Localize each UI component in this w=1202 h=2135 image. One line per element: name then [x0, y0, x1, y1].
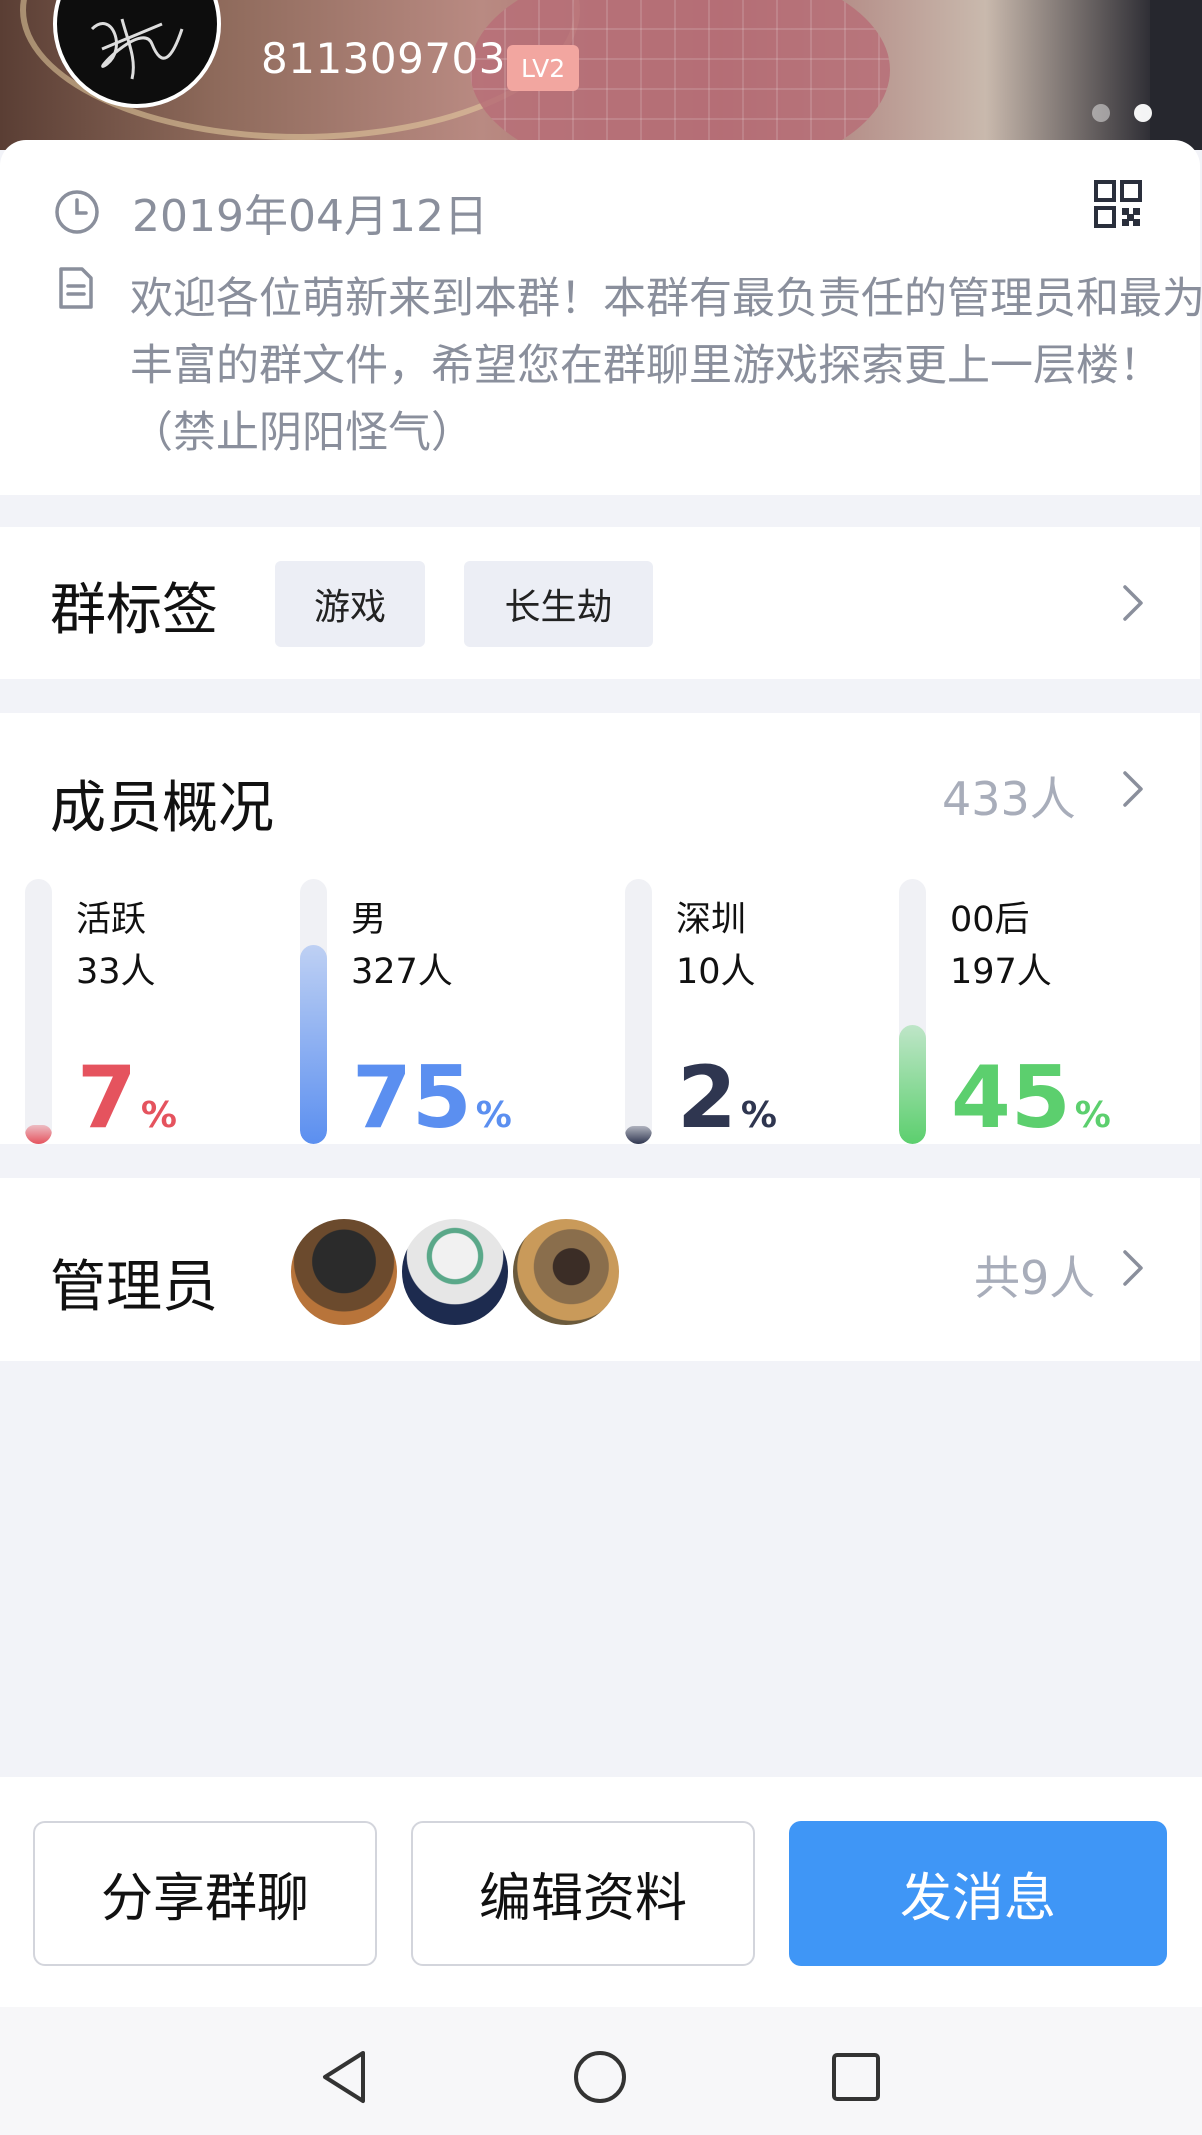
stat-bar-track [300, 879, 327, 1144]
carousel-indicator [1092, 104, 1152, 122]
stat-label: 活跃 [76, 900, 147, 940]
group-tags-row[interactable]: 群标签 游戏 长生劫 [0, 527, 1200, 679]
admin-avatar[interactable] [291, 1219, 397, 1325]
chevron-right-icon [1123, 771, 1143, 807]
stat-count: 10人 [676, 952, 756, 992]
stat-count: 33人 [76, 952, 156, 992]
admin-avatar[interactable] [402, 1219, 508, 1325]
created-date-row: 2019年04月12日 [54, 180, 488, 244]
stat-active: 活跃 33人 7% [25, 879, 285, 1144]
stat-age: 00后 197人 45% [899, 879, 1159, 1144]
tags-title: 群标签 [50, 578, 218, 643]
member-overview-card[interactable]: 成员概况 433人 活跃 33人 7% 男 327人 75% 深圳 10人 2%… [0, 713, 1200, 1144]
group-info-card: 2019年04月12日 欢迎各位萌新来到本群！本群有最负责任的管理员和最为丰富的… [0, 140, 1202, 495]
carousel-dot-active [1134, 104, 1152, 122]
tag-chip[interactable]: 长生劫 [464, 561, 653, 647]
stat-bar-fill [300, 945, 327, 1144]
stat-bar-fill [899, 1025, 926, 1144]
created-date: 2019年04月12日 [132, 191, 488, 242]
stat-label: 00后 [950, 900, 1030, 940]
banner-decoration [1150, 0, 1202, 150]
action-bar: 分享群聊 编辑资料 发消息 [0, 1777, 1202, 2007]
chevron-right-icon [1123, 1250, 1143, 1286]
stat-count: 197人 [950, 952, 1052, 992]
qr-code-icon[interactable] [1094, 180, 1142, 228]
edit-profile-button[interactable]: 编辑资料 [411, 1821, 755, 1966]
stat-bar-track [625, 879, 652, 1144]
admins-row[interactable]: 管理员 共9人 [0, 1178, 1200, 1361]
stat-city: 深圳 10人 2% [625, 879, 885, 1144]
stat-count: 327人 [351, 952, 453, 992]
carousel-dot [1092, 104, 1110, 122]
stat-bar-track [899, 879, 926, 1144]
back-triangle-icon[interactable] [315, 2047, 375, 2107]
stat-percent: 45% [951, 1048, 1111, 1148]
member-total: 433人 [942, 772, 1076, 826]
system-navigation-bar [0, 2007, 1202, 2135]
stat-percent: 2% [677, 1048, 777, 1148]
home-circle-icon[interactable] [570, 2047, 630, 2107]
stat-label: 深圳 [676, 900, 747, 940]
group-description: 欢迎各位萌新来到本群！本群有最负责任的管理员和最为丰富的群文件，希望您在群聊里游… [130, 274, 1202, 458]
admin-count: 共9人 [974, 1251, 1096, 1305]
stat-percent: 75% [352, 1048, 512, 1148]
group-id: 811309703 [261, 34, 506, 83]
chevron-right-icon [1123, 585, 1143, 621]
stat-bar-fill [625, 1126, 652, 1144]
stat-percent: 7% [77, 1048, 177, 1148]
stat-bar-track [25, 879, 52, 1144]
members-title: 成员概况 [50, 776, 274, 841]
share-group-button[interactable]: 分享群聊 [33, 1821, 377, 1966]
signature-logo [90, 18, 184, 80]
recent-square-icon[interactable] [826, 2047, 886, 2107]
admin-avatar[interactable] [513, 1219, 619, 1325]
clock-icon [55, 190, 99, 234]
admins-title: 管理员 [50, 1255, 218, 1320]
stat-label: 男 [351, 900, 387, 940]
document-icon [59, 267, 93, 309]
tag-chip[interactable]: 游戏 [275, 561, 425, 647]
description-row: 欢迎各位萌新来到本群！本群有最负责任的管理员和最为丰富的群文件，希望您在群聊里游… [58, 266, 1202, 458]
level-badge: LV2 [507, 45, 580, 91]
send-message-button[interactable]: 发消息 [789, 1821, 1167, 1966]
stat-male: 男 327人 75% [300, 879, 560, 1144]
stat-bar-fill [25, 1125, 52, 1144]
